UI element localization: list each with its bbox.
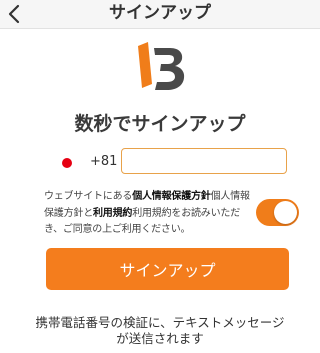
sms-note-line-1: 携帯電話番号の検証に、テキストメッセージ <box>35 315 285 330</box>
privacy-policy-link[interactable]: 個人情報保護方針 <box>132 191 211 202</box>
phone-number-row: +81 <box>0 148 320 178</box>
consent-prefix: ウェブサイトにある <box>44 191 133 202</box>
japan-flag-icon[interactable] <box>62 158 72 168</box>
phone-number-input[interactable] <box>121 148 287 174</box>
consent-toggle[interactable] <box>256 199 299 226</box>
terms-of-use-link[interactable]: 利用規約 <box>93 208 132 219</box>
brand-b-logo-icon <box>138 42 185 90</box>
sms-note-line-2: が送信されます <box>116 331 204 346</box>
signup-headline: 数秒でサインアップ <box>74 113 246 135</box>
consent-text: ウェブサイトにある個人情報保護方針個人情報保護方針と利用規約利用規約をお読みいた… <box>44 189 256 239</box>
country-code[interactable]: +81 <box>90 154 117 169</box>
toggle-knob <box>274 201 297 224</box>
navigation-bar: サインアップ <box>0 0 320 29</box>
signup-button[interactable]: サインアップ <box>46 248 289 290</box>
signup-screen: サインアップ 数秒でサインアップ +81 ウェブサイトにある個人情報保護方針個人… <box>0 0 320 353</box>
page-title: サインアップ <box>109 3 211 23</box>
sms-verification-note: 携帯電話番号の検証に、テキストメッセージ が送信されます <box>0 315 320 347</box>
